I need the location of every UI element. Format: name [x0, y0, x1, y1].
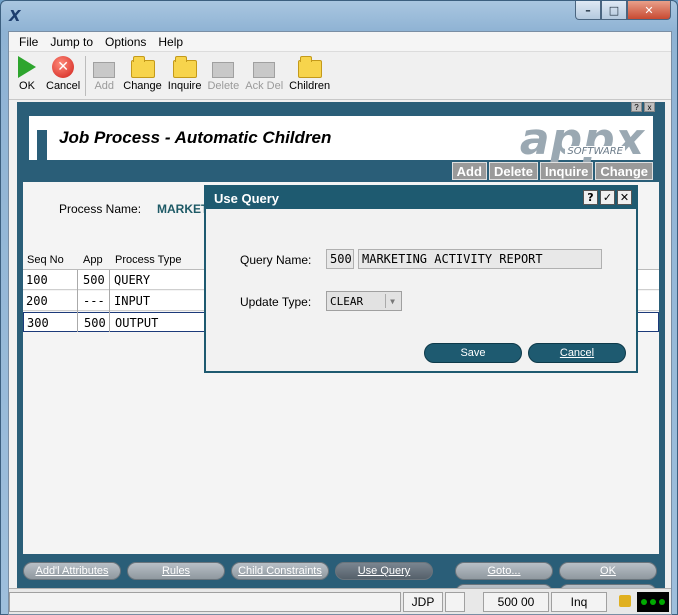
status-light-icon	[649, 599, 656, 605]
column-process-type: Process Type	[115, 254, 182, 266]
save-button[interactable]: Save	[424, 343, 522, 363]
toolbar-children-button[interactable]: Children	[286, 52, 333, 92]
dialog-title: Use Query	[214, 190, 280, 206]
status-blank	[445, 592, 465, 612]
menu-help[interactable]: Help	[152, 35, 189, 49]
rules-button[interactable]: Rules	[127, 562, 225, 580]
toolbar-ack-del-label: Ack Del	[245, 80, 284, 92]
status-light-icon	[640, 599, 647, 605]
grid-divider	[109, 270, 110, 332]
update-type-value: CLEAR	[330, 294, 364, 308]
appx-logo-icon: X	[9, 7, 21, 25]
toolbar-children-label: Children	[289, 80, 331, 92]
toolbar-inquire-button[interactable]: Inquire	[165, 52, 205, 92]
status-light-icon	[659, 599, 666, 605]
app-cell: 500	[83, 273, 105, 287]
query-name-label: Query Name:	[240, 253, 312, 267]
toolbar-delete-button[interactable]: Delete	[204, 52, 242, 92]
toolbar-ack-del-button[interactable]: Ack Del	[242, 52, 286, 92]
seq-cell: 300	[27, 316, 49, 330]
seq-cell: 200	[26, 294, 48, 308]
page-title: Job Process - Automatic Children	[59, 128, 332, 147]
cancel-icon: ✕	[52, 56, 75, 78]
toolbar-inquire-label: Inquire	[167, 80, 202, 92]
toolbar-cancel-button[interactable]: ✕ Cancel	[43, 52, 83, 92]
lock-icon	[619, 595, 631, 607]
panel-mini-controls: ? x	[631, 102, 655, 112]
status-user: JDP	[403, 592, 443, 612]
add-icon	[93, 62, 116, 78]
process-type-cell: QUERY	[114, 273, 151, 287]
mode-tabs: Add Delete Inquire Change	[451, 162, 653, 180]
appx-logo-subtitle: SOFTWARE	[565, 146, 625, 157]
chevron-down-icon: ▼	[385, 294, 399, 308]
panel-help-button[interactable]: ?	[631, 102, 642, 112]
use-query-button[interactable]: Use Query	[335, 562, 433, 580]
toolbar-change-label: Change	[123, 80, 162, 92]
update-type-select[interactable]: CLEAR ▼	[326, 291, 402, 311]
status-lights	[637, 592, 669, 612]
ok-icon	[18, 56, 36, 78]
toolbar-ok-label: OK	[19, 80, 35, 92]
menu-options[interactable]: Options	[99, 35, 152, 49]
use-query-dialog: Use Query ? ✓ ✕ Query Name: 500 MARKETIN…	[204, 185, 638, 373]
child-constraints-button[interactable]: Child Constraints	[231, 562, 329, 580]
query-app-field[interactable]: 500	[326, 249, 354, 269]
menu-jump-to[interactable]: Jump to	[44, 35, 99, 49]
header-banner: Job Process - Automatic Children appx SO…	[29, 116, 653, 162]
delete-icon	[212, 62, 235, 78]
column-seq-no: Seq No	[27, 254, 64, 266]
inquire-icon	[172, 56, 197, 78]
dialog-controls: ? ✓ ✕	[583, 190, 632, 205]
action-buttons: Add'l Attributes Rules Child Constraints…	[17, 560, 665, 602]
status-bar: JDP 500 00 Inq	[9, 588, 671, 614]
process-name-label: Process Name:	[59, 202, 142, 216]
goto-button[interactable]: Goto...	[455, 562, 553, 580]
cancel-button[interactable]: Cancel	[528, 343, 626, 363]
ok-button[interactable]: OK	[559, 562, 657, 580]
status-number: 500 00	[483, 592, 549, 612]
toolbar-delete-label: Delete	[207, 80, 240, 92]
tab-change[interactable]: Change	[595, 162, 653, 180]
menu-bar: File Jump to Options Help	[9, 32, 671, 52]
grid-divider	[77, 270, 78, 332]
dialog-close-button[interactable]: ✕	[617, 190, 632, 205]
app-cell: 500	[84, 316, 106, 330]
column-app: App	[83, 254, 103, 266]
change-icon	[130, 56, 155, 78]
dialog-title-bar: Use Query ? ✓ ✕	[206, 187, 636, 209]
minimize-button[interactable]: –	[575, 1, 601, 20]
toolbar-add-button[interactable]: Add	[88, 52, 120, 92]
process-type-cell: OUTPUT	[115, 316, 159, 330]
ack-del-icon	[253, 62, 276, 78]
toolbar-cancel-label: Cancel	[46, 80, 81, 92]
children-icon	[297, 56, 322, 78]
process-type-cell: INPUT	[114, 294, 151, 308]
title-bar: X – □ ✕	[1, 1, 677, 31]
menu-file[interactable]: File	[13, 35, 44, 49]
app-cell: ---	[83, 294, 105, 308]
tab-delete[interactable]: Delete	[488, 162, 538, 180]
toolbar-change-button[interactable]: Change	[120, 52, 165, 92]
update-type-label: Update Type:	[240, 295, 312, 309]
toolbar-add-label: Add	[94, 80, 115, 92]
dialog-accept-button[interactable]: ✓	[600, 190, 615, 205]
tab-inquire[interactable]: Inquire	[539, 162, 594, 180]
seq-cell: 100	[26, 273, 48, 287]
toolbar-ok-button[interactable]: OK	[11, 52, 43, 92]
status-mode: Inq	[551, 592, 607, 612]
app-window: X – □ ✕ File Jump to Options Help OK ✕ C…	[0, 0, 678, 615]
status-message	[9, 592, 401, 612]
close-window-button[interactable]: ✕	[627, 1, 671, 20]
window-controls: – □ ✕	[575, 1, 671, 21]
header-accent	[37, 130, 47, 160]
panel-close-button[interactable]: x	[644, 102, 655, 112]
maximize-button[interactable]: □	[601, 1, 627, 20]
tab-add[interactable]: Add	[451, 162, 487, 180]
query-name-field[interactable]: MARKETING ACTIVITY REPORT	[358, 249, 602, 269]
dialog-help-button[interactable]: ?	[583, 190, 598, 205]
toolbar: OK ✕ Cancel Add Change Inquire Delete Ac…	[9, 52, 671, 100]
toolbar-separator	[85, 56, 87, 96]
addl-attributes-button[interactable]: Add'l Attributes	[23, 562, 121, 580]
